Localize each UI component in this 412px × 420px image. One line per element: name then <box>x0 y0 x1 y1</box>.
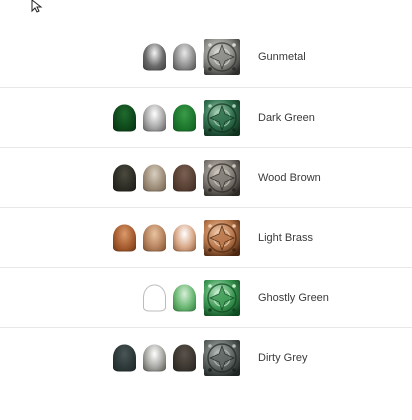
paint-pot-icon <box>173 164 196 191</box>
paint-swatch-image[interactable] <box>204 279 240 316</box>
paint-swatch-image[interactable] <box>204 340 240 376</box>
paint-row[interactable]: Light Brass <box>0 208 412 268</box>
paint-pot-icon <box>143 224 166 251</box>
paint-list: Gunmetal Dark Green Wood Brown Light Bra… <box>0 26 412 388</box>
paint-name-label[interactable]: Light Brass <box>258 232 313 244</box>
paint-pot-icon <box>143 344 166 372</box>
mouse-cursor-icon <box>31 0 43 13</box>
paint-pot-icon <box>143 43 166 70</box>
paint-pot-icon <box>173 284 196 311</box>
paint-pot-icon <box>113 224 136 251</box>
paint-pot-icon <box>173 224 196 251</box>
paint-name-label[interactable]: Wood Brown <box>258 172 321 184</box>
paint-pot-icon <box>143 164 166 191</box>
paint-pot-icon <box>113 344 136 372</box>
paint-name-label[interactable]: Gunmetal <box>258 51 306 63</box>
paint-pot-icon <box>113 164 136 191</box>
paint-row[interactable]: Gunmetal <box>0 26 412 88</box>
paint-swatch-image[interactable] <box>204 159 240 196</box>
paint-swatch-image[interactable] <box>204 99 240 136</box>
paint-row[interactable]: Dark Green <box>0 88 412 148</box>
paint-name-label[interactable]: Dirty Grey <box>258 352 308 364</box>
paint-name-label[interactable]: Dark Green <box>258 112 315 124</box>
paint-name-label[interactable]: Ghostly Green <box>258 292 329 304</box>
paint-pot-icon <box>173 43 196 70</box>
paint-swatch-image[interactable] <box>204 38 240 75</box>
paint-swatch-image[interactable] <box>204 219 240 256</box>
paint-pot-icon <box>113 104 136 131</box>
paint-pot-icon <box>173 104 196 131</box>
paint-row[interactable]: Dirty Grey <box>0 328 412 388</box>
paint-pot-icon <box>143 104 166 131</box>
paint-pot-icon <box>173 344 196 372</box>
paint-row[interactable]: Ghostly Green <box>0 268 412 328</box>
paint-row[interactable]: Wood Brown <box>0 148 412 208</box>
paint-pot-icon <box>143 284 166 311</box>
